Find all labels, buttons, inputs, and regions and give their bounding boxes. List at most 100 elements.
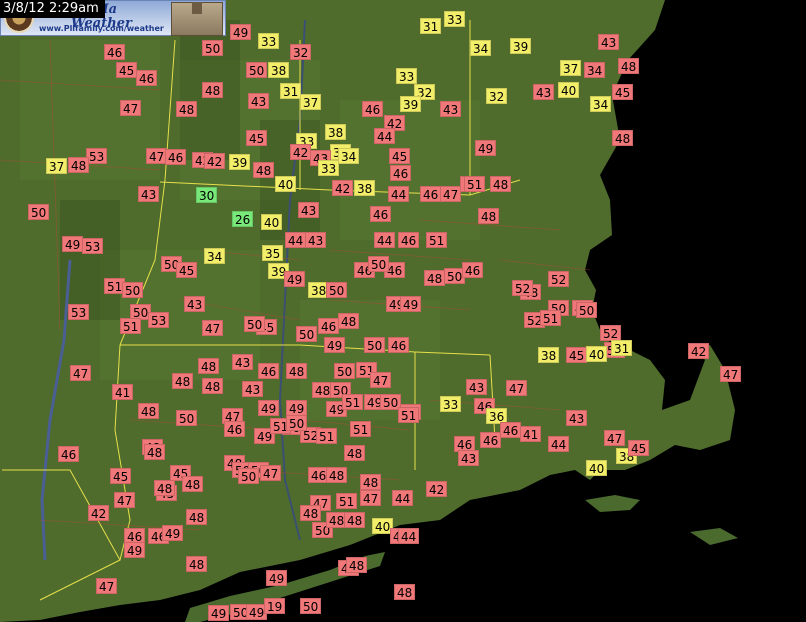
station-marker: 45 [628, 440, 650, 456]
station-marker: 48 [186, 556, 208, 572]
station-marker: 34 [584, 62, 606, 78]
station-marker: 49 [400, 296, 422, 312]
station-marker: 49 [284, 271, 306, 287]
station-marker: 45 [110, 468, 132, 484]
station-marker: 46 [258, 363, 280, 379]
station-marker: 46 [370, 206, 392, 222]
station-marker: 40 [275, 176, 297, 192]
station-marker: 45 [566, 347, 588, 363]
station-marker: 39 [400, 96, 422, 112]
station-marker: 49 [208, 605, 230, 621]
station-marker: 44 [388, 186, 410, 202]
station-marker: 48 [198, 358, 220, 374]
station-marker: 48 [176, 101, 198, 117]
station-marker: 47 [202, 320, 224, 336]
station-marker: 53 [68, 304, 90, 320]
station-marker: 48 [344, 512, 366, 528]
station-marker: 47 [120, 100, 142, 116]
weather-map: ford, Ma Weather www.Pllfamily.com/weath… [0, 0, 806, 622]
station-marker: 48 [326, 467, 348, 483]
station-marker: 48 [172, 373, 194, 389]
station-marker: 50 [364, 337, 386, 353]
logo-url: www.Pllfamily.com/weather [39, 24, 164, 33]
station-marker: 43 [138, 186, 160, 202]
station-marker: 50 [246, 62, 268, 78]
station-marker: 43 [598, 34, 620, 50]
station-marker: 34 [204, 248, 226, 264]
station-marker: 50 [176, 410, 198, 426]
station-marker: 49 [266, 570, 288, 586]
station-marker: 50 [300, 598, 322, 614]
station-marker: 48 [202, 82, 224, 98]
station-marker: 50 [326, 282, 348, 298]
station-marker: 48 [346, 557, 368, 573]
station-marker: 42 [290, 144, 312, 160]
station-marker: 33 [440, 396, 462, 412]
station-marker: 50 [28, 204, 50, 220]
station-marker: 48 [202, 378, 224, 394]
building-icon [171, 2, 223, 36]
station-marker: 38 [325, 124, 347, 140]
station-marker: 37 [46, 158, 68, 174]
station-marker: 43 [298, 202, 320, 218]
station-marker: 43 [466, 379, 488, 395]
station-marker: 46 [462, 262, 484, 278]
station-marker: 52 [512, 280, 534, 296]
station-marker: 53 [82, 238, 104, 254]
station-marker: 46 [136, 70, 158, 86]
station-marker: 34 [590, 96, 612, 112]
station-marker: 47 [260, 465, 282, 481]
station-marker: 43 [184, 296, 206, 312]
station-marker: 48 [138, 403, 160, 419]
station-marker: 31 [280, 83, 302, 99]
station-marker: 44 [398, 528, 420, 544]
station-marker: 51 [464, 176, 486, 192]
station-marker: 46 [500, 422, 522, 438]
station-marker: 51 [342, 394, 364, 410]
station-marker: 52 [600, 325, 622, 341]
station-marker: 33 [258, 33, 280, 49]
station-marker: 46 [390, 165, 412, 181]
station-marker: 47 [604, 430, 626, 446]
station-marker: 40 [261, 214, 283, 230]
station-marker: 42 [204, 153, 226, 169]
station-marker: 50 [238, 468, 260, 484]
station-marker: 50 [368, 256, 390, 272]
station-marker: 43 [305, 232, 327, 248]
station-marker: 43 [566, 410, 588, 426]
station-marker: 53 [148, 312, 170, 328]
station-marker: 31 [611, 340, 633, 356]
station-marker: 50 [296, 326, 318, 342]
station-marker: 51 [120, 318, 142, 334]
station-marker: 43 [440, 101, 462, 117]
station-marker: 48 [286, 363, 308, 379]
station-marker: 37 [560, 60, 582, 76]
station-marker: 41 [520, 426, 542, 442]
station-marker: 47 [370, 372, 392, 388]
station-marker: 48 [478, 208, 500, 224]
station-marker: 31 [420, 18, 442, 34]
station-marker: 50 [202, 40, 224, 56]
station-marker: 42 [332, 180, 354, 196]
station-marker: 38 [354, 180, 376, 196]
station-marker: 48 [424, 270, 446, 286]
station-marker: 51 [316, 428, 338, 444]
station-marker: 38 [268, 62, 290, 78]
station-marker: 44 [548, 436, 570, 452]
station-marker: 38 [538, 347, 560, 363]
station-marker: 48 [186, 509, 208, 525]
station-marker: 48 [338, 313, 360, 329]
station-marker: 50 [286, 415, 308, 431]
station-marker: 48 [182, 476, 204, 492]
station-marker: 49 [286, 400, 308, 416]
station-marker: 46 [420, 186, 442, 202]
station-marker: 39 [229, 154, 251, 170]
station-marker: 51 [350, 421, 372, 437]
station-marker: 46 [224, 421, 246, 437]
station-marker: 48 [144, 444, 166, 460]
station-marker: 47 [114, 492, 136, 508]
station-marker: 44 [285, 232, 307, 248]
station-marker: 51 [540, 310, 562, 326]
station-marker: 49 [230, 24, 252, 40]
timestamp: 3/8/12 2:29am [0, 0, 105, 18]
